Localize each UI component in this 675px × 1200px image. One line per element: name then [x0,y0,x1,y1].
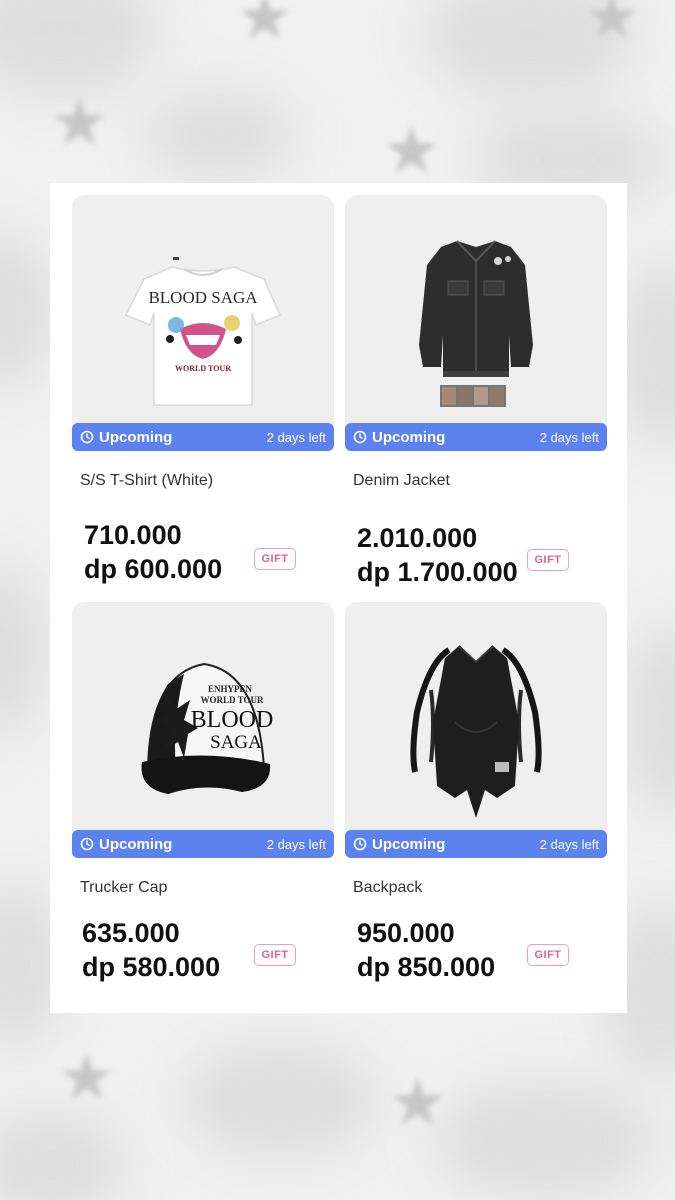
product-card[interactable]: ENHYPEN WORLD TOUR BLOOD SAGA Upcoming 2… [72,602,334,1012]
status-bar: Upcoming 2 days left [345,423,607,451]
product-image[interactable]: ENHYPEN WORLD TOUR BLOOD SAGA [72,602,334,834]
product-image[interactable]: BLOOD SAGA WORLD TOUR [72,195,334,427]
clock-icon [80,837,94,851]
time-left: 2 days left [266,429,326,445]
clock-icon [353,430,367,444]
product-card[interactable]: Upcoming 2 days left Denim Jacket 2.010.… [345,195,607,605]
tshirt-print-subtitle: WORLD TOUR [175,364,231,373]
status-label: Upcoming [372,428,446,446]
product-price: 950.000 [357,918,455,948]
product-price: 635.000 [82,918,180,948]
cap-print-line4: SAGA [210,732,262,753]
product-grid: BLOOD SAGA WORLD TOUR Upcoming 2 days le… [50,183,627,1013]
product-card[interactable]: BLOOD SAGA WORLD TOUR Upcoming 2 days le… [72,195,334,605]
time-left: 2 days left [266,836,326,852]
gift-badge: GIFT [527,944,569,966]
cap-print-line3: BLOOD [191,707,274,733]
cap-print-line1: ENHYPEN [208,684,253,694]
tshirt-print-title: BLOOD SAGA [148,288,258,307]
status-bar: Upcoming 2 days left [345,830,607,858]
time-left: 2 days left [539,429,599,445]
product-name[interactable]: Denim Jacket [353,472,450,490]
clock-icon [80,430,94,444]
product-image[interactable] [345,602,607,834]
product-name[interactable]: Trucker Cap [80,879,167,897]
status-label: Upcoming [372,835,446,853]
time-left: 2 days left [539,836,599,852]
product-dp-price: dp 580.000 [82,952,221,982]
status-bar: Upcoming 2 days left [72,423,334,451]
product-price: 710.000 [84,520,182,550]
product-name[interactable]: S/S T-Shirt (White) [80,472,213,490]
status-bar: Upcoming 2 days left [72,830,334,858]
product-image[interactable] [345,195,607,427]
product-dp-price: dp 850.000 [357,952,496,982]
status-label: Upcoming [99,428,173,446]
product-name[interactable]: Backpack [353,879,422,897]
gift-badge: GIFT [527,549,569,571]
status-label: Upcoming [99,835,173,853]
cap-print-line2: WORLD TOUR [201,695,264,705]
clock-icon [353,837,367,851]
product-dp-price: dp 1.700.000 [357,557,518,587]
product-price: 2.010.000 [357,523,478,553]
gift-badge: GIFT [254,944,296,966]
product-dp-price: dp 600.000 [84,554,223,584]
product-card[interactable]: Upcoming 2 days left Backpack 950.000 dp… [345,602,607,1012]
gift-badge: GIFT [254,548,296,570]
